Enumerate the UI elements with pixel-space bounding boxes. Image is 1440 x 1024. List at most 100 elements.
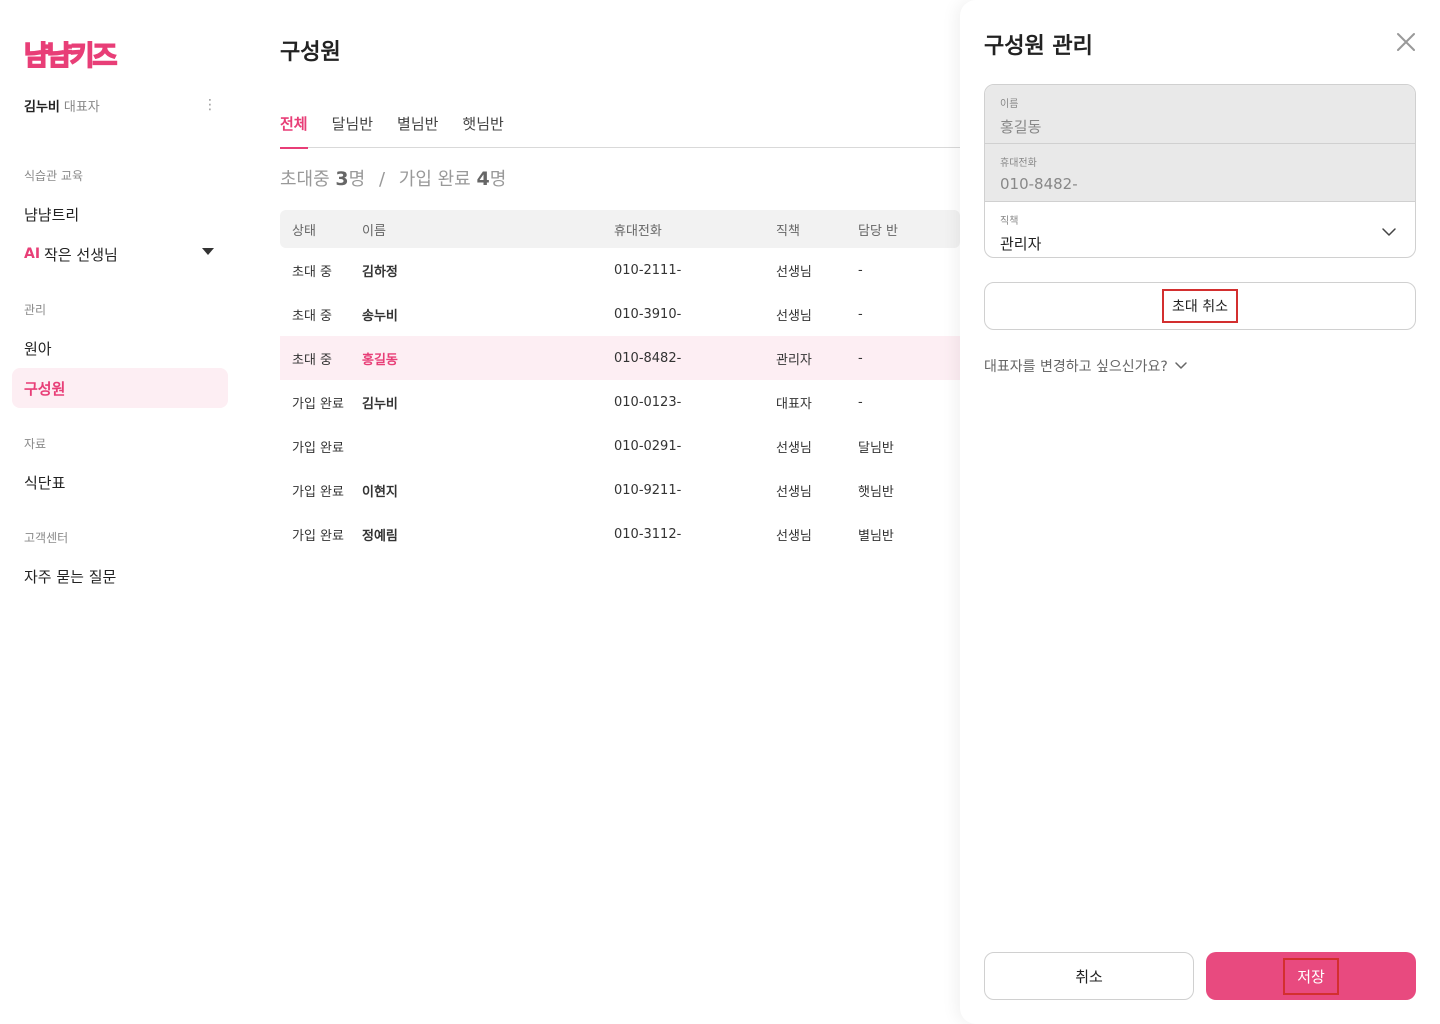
cell-name: 송누비 <box>362 308 398 324</box>
table-row[interactable]: 가입 완료 김누비 010-0123- 대표자 - <box>280 380 960 424</box>
sidebar-item-label: 작은 선생님 <box>44 245 118 264</box>
kebab-icon[interactable]: ⋮ <box>200 95 220 115</box>
user-name: 김누비 <box>24 99 60 115</box>
cell-phone: 010-9211- <box>614 482 682 498</box>
ai-badge: AI <box>24 246 41 262</box>
cell-name: 김하정 <box>362 264 398 280</box>
cell-name: 홍길동 <box>362 352 398 368</box>
app-logo[interactable]: 냠냠키즈 <box>24 36 136 72</box>
invited-unit: 명 <box>348 169 366 190</box>
table-row[interactable]: 초대 중 송누비 010-3910- 선생님 - <box>280 292 960 336</box>
role-select-value: 관리자 <box>1000 235 1042 253</box>
sidebar-item-members[interactable]: 구성원 <box>12 368 228 408</box>
close-icon[interactable] <box>1394 30 1418 54</box>
chevron-down-icon <box>1175 362 1187 369</box>
summary-separator: / <box>378 169 386 190</box>
nav-section-support: 고객센터 <box>24 531 69 545</box>
nav-section-manage: 관리 <box>24 303 47 317</box>
sidebar-item-nyamtree[interactable]: 냠냠트리 <box>12 194 228 234</box>
save-button[interactable]: 저장 <box>1206 952 1416 1000</box>
header-name: 이름 <box>362 223 386 239</box>
tab-sun[interactable]: 햇님반 <box>462 104 503 148</box>
member-form: 이름 홍길동 휴대전화 010-8482- 직책 관리자 <box>984 84 1416 258</box>
sidebar-item-label: 구성원 <box>24 379 66 398</box>
phone-field-value: 010-8482- <box>1000 175 1078 193</box>
member-summary: 초대중 3명 / 가입 완료 4명 <box>280 165 506 191</box>
tab-star[interactable]: 별님반 <box>397 104 438 148</box>
cell-role: 선생님 <box>776 264 812 280</box>
cell-class: 별님반 <box>858 528 894 544</box>
cell-class: - <box>858 350 863 366</box>
member-manage-panel: 구성원 관리 이름 홍길동 휴대전화 010-8482- 직책 관리자 초대 취… <box>960 0 1440 1024</box>
header-role: 직책 <box>776 223 800 239</box>
sidebar-item-kids[interactable]: 원아 <box>12 328 228 368</box>
cell-name: 이현지 <box>362 484 398 500</box>
main-content: 구성원 전체 달님반 별님반 햇님반 초대중 3명 / 가입 완료 4명 상태 … <box>280 0 980 1024</box>
joined-count: 4 <box>476 168 490 190</box>
sidebar-item-menu[interactable]: 식단표 <box>12 462 228 502</box>
sidebar-item-faq[interactable]: 자주 묻는 질문 <box>12 556 228 596</box>
cell-name: 정예림 <box>362 528 398 544</box>
table-row[interactable]: 가입 완료 010-0291- 선생님 달님반 <box>280 424 960 468</box>
cancel-invite-label: 초대 취소 <box>1162 289 1238 323</box>
class-tabs: 전체 달님반 별님반 햇님반 <box>280 104 960 149</box>
role-select-label: 직책 <box>1000 216 1019 227</box>
save-button-label: 저장 <box>1283 957 1339 995</box>
cell-phone: 010-3112- <box>614 526 682 542</box>
sidebar-item-label: 원아 <box>24 339 52 358</box>
cell-class: 햇님반 <box>858 484 894 500</box>
tab-all[interactable]: 전체 <box>280 104 308 149</box>
invited-label: 초대중 <box>280 169 330 190</box>
cell-phone: 010-3910- <box>614 306 682 322</box>
sidebar: 냠냠키즈 김누비 대표자 ⋮ 식습관 교육 냠냠트리 AI 작은 선생님 관리 원… <box>0 0 240 1024</box>
header-class: 담당 반 <box>858 223 899 239</box>
table-row-selected[interactable]: 초대 중 홍길동 010-8482- 관리자 - <box>280 336 960 380</box>
caret-down-icon[interactable] <box>202 248 214 255</box>
svg-text:냠냠키즈: 냠냠키즈 <box>24 41 117 72</box>
change-owner-label: 대표자를 변경하고 싶으신가요? <box>984 359 1168 375</box>
chevron-down-icon[interactable] <box>1381 224 1397 240</box>
phone-field-label: 휴대전화 <box>1000 158 1037 169</box>
change-owner-toggle[interactable]: 대표자를 변경하고 싶으신가요? <box>984 356 1188 376</box>
table-row[interactable]: 가입 완료 정예림 010-3112- 선생님 별님반 <box>280 512 960 556</box>
cell-class: 달님반 <box>858 440 894 456</box>
table-row[interactable]: 가입 완료 이현지 010-9211- 선생님 햇님반 <box>280 468 960 512</box>
cell-status: 가입 완료 <box>292 396 344 412</box>
user-info: 김누비 대표자 ⋮ <box>24 95 220 115</box>
name-field: 이름 홍길동 <box>985 85 1415 143</box>
joined-label: 가입 완료 <box>398 169 471 190</box>
cancel-button[interactable]: 취소 <box>984 952 1194 1000</box>
nav-section-resources: 자료 <box>24 437 47 451</box>
panel-title: 구성원 관리 <box>984 34 1093 59</box>
joined-unit: 명 <box>489 169 507 190</box>
logo-wordmark: 냠냠키즈 <box>24 40 119 72</box>
cell-name: 김누비 <box>362 396 398 412</box>
cell-role: 선생님 <box>776 484 812 500</box>
cell-phone: 010-0291- <box>614 438 682 454</box>
cell-role: 대표자 <box>776 396 812 412</box>
cell-phone: 010-0123- <box>614 394 682 410</box>
cell-status: 초대 중 <box>292 308 333 324</box>
sidebar-item-label: 식단표 <box>24 473 66 492</box>
cell-phone: 010-8482- <box>614 350 682 366</box>
table-row[interactable]: 초대 중 김하정 010-2111- 선생님 - <box>280 248 960 292</box>
cell-status: 가입 완료 <box>292 440 344 456</box>
table-header: 상태 이름 휴대전화 직책 담당 반 <box>280 210 960 248</box>
sidebar-item-label: 냠냠트리 <box>24 205 80 224</box>
tab-moon[interactable]: 달님반 <box>332 104 373 148</box>
cell-role: 선생님 <box>776 308 812 324</box>
cancel-invite-button[interactable]: 초대 취소 <box>984 282 1416 330</box>
name-field-value: 홍길동 <box>1000 118 1042 136</box>
cell-phone: 010-2111- <box>614 262 682 278</box>
cell-class: - <box>858 394 863 410</box>
header-status: 상태 <box>292 223 316 239</box>
cell-class: - <box>858 262 863 278</box>
cell-role: 선생님 <box>776 440 812 456</box>
role-select[interactable]: 직책 관리자 <box>985 201 1415 257</box>
cell-status: 초대 중 <box>292 264 333 280</box>
name-field-label: 이름 <box>1000 99 1019 110</box>
cell-class: - <box>858 306 863 322</box>
cell-status: 가입 완료 <box>292 528 344 544</box>
sidebar-item-label: 자주 묻는 질문 <box>24 567 117 586</box>
sidebar-item-ai-teacher[interactable]: AI 작은 선생님 <box>12 234 228 274</box>
